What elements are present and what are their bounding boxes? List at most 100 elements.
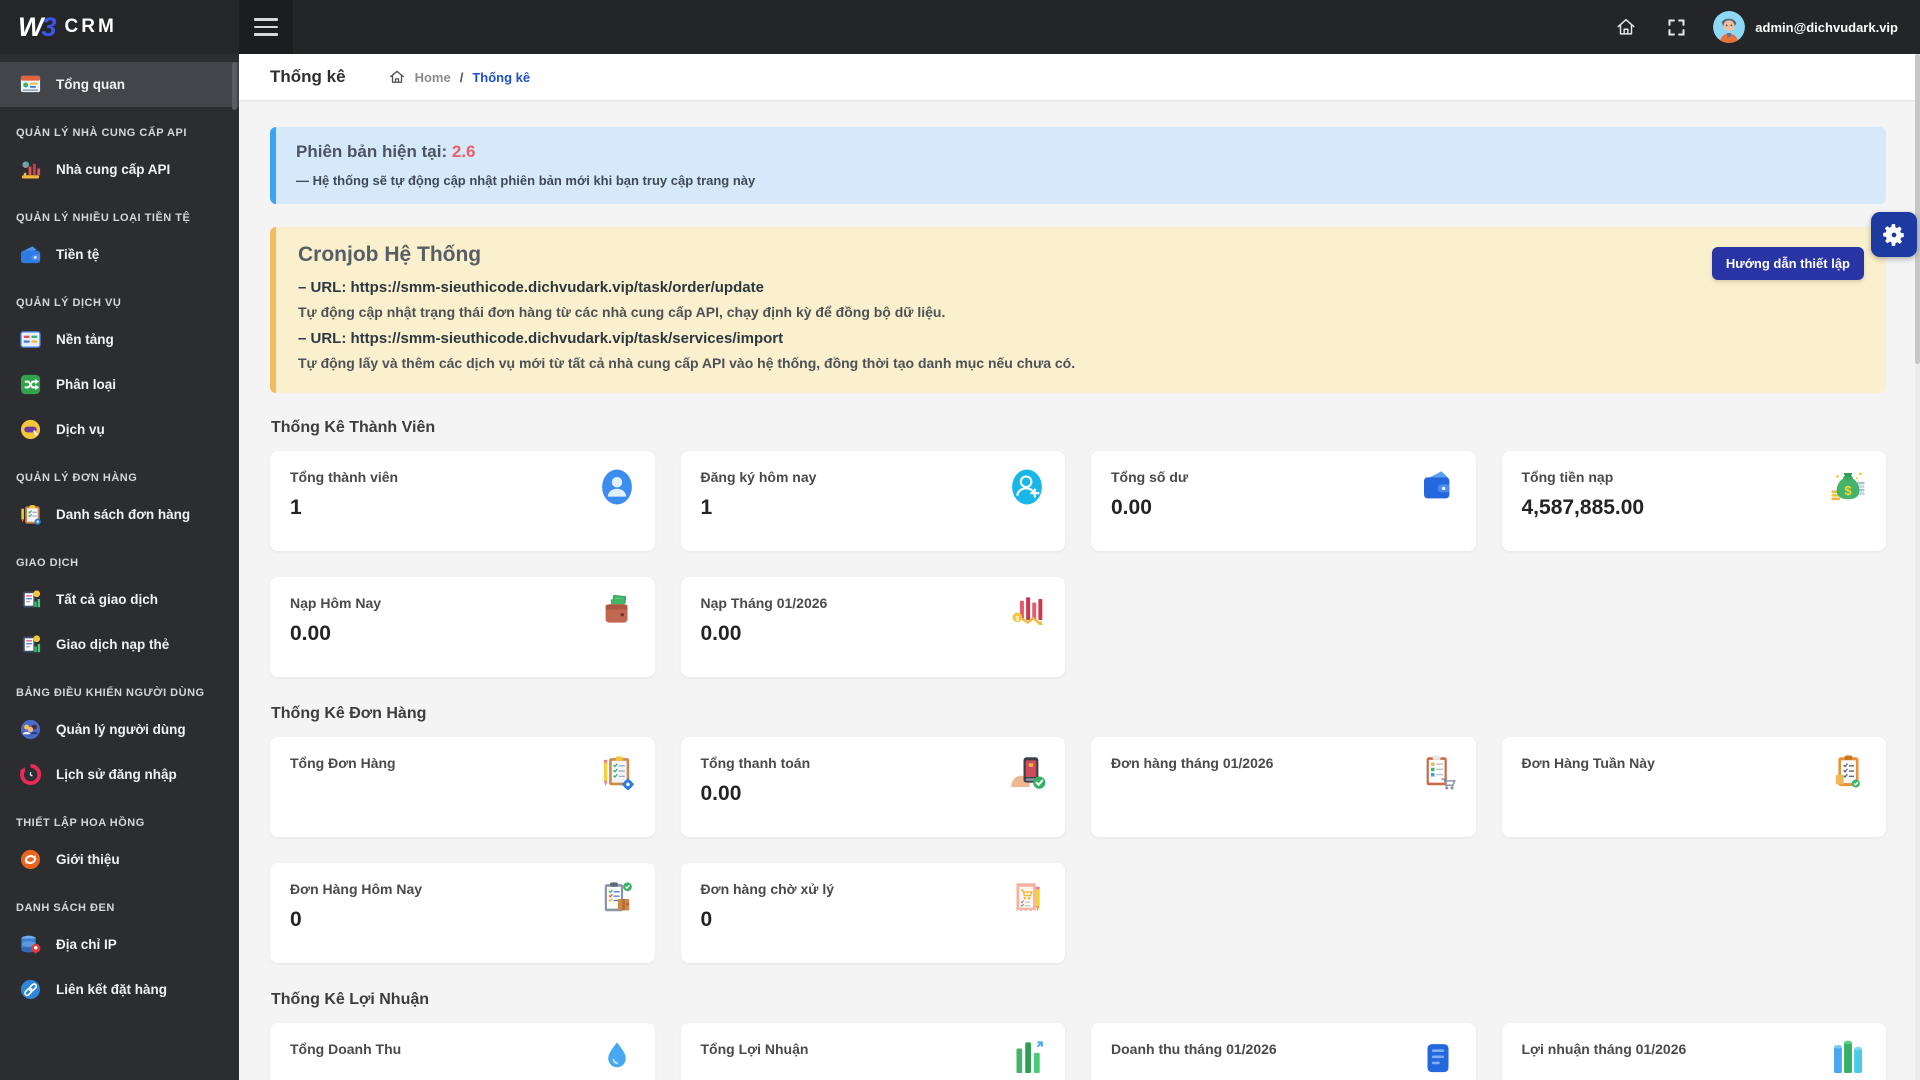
stat-card-value: 1 (701, 496, 1046, 520)
sidebar-item-label: Lịch sử đăng nhập (56, 767, 177, 782)
sidebar-item-giao-dich-nap-the[interactable]: Giao dịch nạp thẻ (0, 622, 239, 667)
breadcrumb-home-link[interactable]: Home (415, 70, 451, 85)
stat-card-revenue-month: Doanh thu tháng 01/2026 (1091, 1023, 1476, 1080)
stat-card-label: Tổng số dư (1111, 469, 1456, 485)
sidebar-item-lich-su-dang-nhap[interactable]: Lịch sử đăng nhập (0, 752, 239, 797)
fullscreen-icon[interactable] (1663, 14, 1689, 40)
stat-card-value: 0.00 (290, 622, 635, 646)
profit-stats-grid: Tổng Doanh Thu Tổng Lợi Nhuận Doanh thu … (270, 1023, 1886, 1080)
order-stats-grid: Tổng Đơn Hàng Tổng thanh toán 0.00 Đơn h… (270, 737, 1886, 963)
sidebar-item-nha-cung-cap-api[interactable]: Nhà cung cấp API (0, 147, 239, 192)
version-alert-subtitle: — Hệ thống sẽ tự động cập nhật phiên bản… (296, 173, 1866, 188)
stat-card-label: Đơn hàng tháng 01/2026 (1111, 755, 1456, 771)
avatar (1713, 11, 1745, 43)
order-link-icon (18, 978, 42, 1002)
sidebar-item-label: Giao dịch nạp thẻ (56, 637, 169, 652)
sidebar: W3 CRM Tổng quan QUẢN LÝ NHÀ CUNG CẤP AP… (0, 0, 239, 1080)
stat-card-total-members: Tổng thành viên 1 (270, 451, 655, 551)
stat-card-orders-week: Đơn Hàng Tuần Này (1502, 737, 1887, 837)
stat-card-value: 0.00 (701, 622, 1046, 646)
setup-guide-button[interactable]: Hướng dẫn thiết lập (1712, 247, 1864, 280)
currency-icon (18, 243, 42, 267)
sidebar-section-tien-te: QUẢN LÝ NHIỀU LOẠI TIỀN TỆ (0, 192, 239, 232)
stat-card-deposit-month: Nạp Tháng 01/2026 0.00 $ (681, 577, 1066, 677)
total-payment-icon (1006, 752, 1048, 794)
page-scrollbar-thumb[interactable] (1915, 54, 1920, 364)
sidebar-item-tong-quan[interactable]: Tổng quan (0, 62, 239, 107)
sidebar-section-hoa-hong: THIẾT LẬP HOA HỒNG (0, 797, 239, 837)
sidebar-item-dia-chi-ip[interactable]: Địa chỉ IP (0, 922, 239, 967)
stat-card-orders-month: Đơn hàng tháng 01/2026 (1091, 737, 1476, 837)
home-icon[interactable] (1613, 14, 1639, 40)
stat-card-register-today: Đăng ký hôm nay 1 (681, 451, 1066, 551)
breadcrumb-home-icon (388, 68, 406, 86)
sidebar-item-danh-sach-don-hang[interactable]: Danh sách đơn hàng (0, 492, 239, 537)
cronjob-title: Cronjob Hệ Thống (298, 243, 1864, 267)
stat-card-orders-today: Đơn Hàng Hôm Nay 0 (270, 863, 655, 963)
sidebar-section-nguoi-dung: BẢNG ĐIỀU KHIỂN NGƯỜI DÙNG (0, 667, 239, 707)
total-revenue-icon (596, 1038, 638, 1080)
sidebar-item-lien-ket-dat-hang[interactable]: Liên kết đặt hàng (0, 967, 239, 1012)
stat-card-total-balance: Tổng số dư 0.00 (1091, 451, 1476, 551)
version-alert: Phiên bản hiện tại: 2.6 — Hệ thống sẽ tự… (270, 127, 1886, 204)
sidebar-item-tien-te[interactable]: Tiền tệ (0, 232, 239, 277)
stat-card-label: Tổng thành viên (290, 469, 635, 485)
stat-card-label: Tổng tiền nạp (1522, 469, 1867, 485)
sidebar-item-label: Nền tảng (56, 332, 114, 347)
sidebar-scrollbar[interactable] (232, 62, 237, 110)
cronjob-panel: Cronjob Hệ Thống Hướng dẫn thiết lập – U… (270, 227, 1886, 393)
cronjob-desc-1: Tự động cập nhật trạng thái đơn hàng từ … (298, 304, 1864, 320)
transactions-icon (18, 588, 42, 612)
sidebar-item-quan-ly-nguoi-dung[interactable]: Quản lý người dùng (0, 707, 239, 752)
main-content: Thống kê Home / Thống kê Phiên bản hiện … (239, 0, 1920, 1080)
orders-today-icon (596, 878, 638, 920)
users-icon (18, 718, 42, 742)
sidebar-item-label: Dịch vụ (56, 422, 105, 437)
svg-text:$: $ (1015, 616, 1019, 623)
order-list-icon (18, 503, 42, 527)
stat-card-label: Đơn hàng chờ xử lý (701, 881, 1046, 897)
total-profit-icon (1006, 1038, 1048, 1080)
menu-toggle-button[interactable] (239, 0, 293, 54)
stat-card-label: Đơn Hàng Tuần Này (1522, 755, 1867, 771)
sidebar-item-label: Tiền tệ (56, 247, 99, 262)
stat-card-deposit-today: Nạp Hôm Nay 0.00 (270, 577, 655, 677)
total-deposit-icon: $ (1827, 466, 1869, 508)
topbar: admin@dichvudark.vip (239, 0, 1920, 54)
sidebar-section-dich-vu: QUẢN LÝ DỊCH VỤ (0, 277, 239, 317)
sidebar-item-dich-vu[interactable]: Dịch vụ (0, 407, 239, 452)
cronjob-url-1: – URL: https://smm-sieuthicode.dichvudar… (298, 279, 1864, 296)
user-menu[interactable]: admin@dichvudark.vip (1713, 11, 1898, 43)
sidebar-item-label: Phân loại (56, 377, 116, 392)
cronjob-desc-2: Tự động lấy và thêm các dịch vụ mới từ t… (298, 355, 1864, 371)
breadcrumb: Thống kê Home / Thống kê (239, 54, 1920, 100)
stat-card-label: Tổng Doanh Thu (290, 1041, 635, 1057)
stat-card-label: Lợi nhuận tháng 01/2026 (1522, 1041, 1867, 1057)
page-scrollbar[interactable] (1915, 54, 1920, 1080)
stat-card-value: 0.00 (1111, 496, 1456, 520)
stat-card-total-profit: Tổng Lợi Nhuận (681, 1023, 1066, 1080)
register-today-icon (1006, 466, 1048, 508)
user-email: admin@dichvudark.vip (1755, 20, 1898, 35)
stat-card-label: Nạp Hôm Nay (290, 595, 635, 611)
stat-card-total-orders: Tổng Đơn Hàng (270, 737, 655, 837)
brand-title: CRM (65, 16, 117, 38)
stat-card-orders-pending: Đơn hàng chờ xử lý 0 (681, 863, 1066, 963)
page-title: Thống kê (270, 67, 346, 87)
total-orders-icon (596, 752, 638, 794)
sidebar-item-phan-loai[interactable]: Phân loại (0, 362, 239, 407)
platform-icon (18, 328, 42, 352)
stat-card-label: Doanh thu tháng 01/2026 (1111, 1041, 1456, 1057)
sidebar-item-label: Nhà cung cấp API (56, 162, 170, 177)
ip-address-icon (18, 933, 42, 957)
sidebar-logo[interactable]: W3 CRM (0, 0, 239, 54)
member-stats-grid: Tổng thành viên 1 Đăng ký hôm nay 1 Tổng… (270, 451, 1886, 677)
sidebar-item-label: Quản lý người dùng (56, 722, 186, 737)
sidebar-item-nen-tang[interactable]: Nền tảng (0, 317, 239, 362)
stat-card-value: 4,587,885.00 (1522, 496, 1867, 520)
sidebar-item-tat-ca-giao-dich[interactable]: Tất cả giao dịch (0, 577, 239, 622)
settings-gear-button[interactable] (1871, 212, 1917, 257)
sidebar-item-gioi-thieu[interactable]: Giới thiệu (0, 837, 239, 882)
dashboard-icon (18, 73, 42, 97)
sidebar-item-label: Liên kết đặt hàng (56, 982, 167, 997)
